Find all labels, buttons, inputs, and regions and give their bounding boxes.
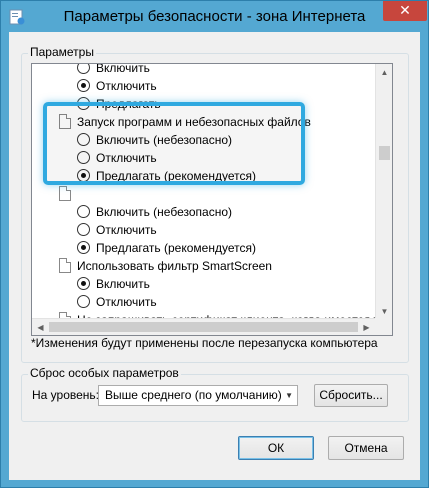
security-settings-window: Параметры безопасности - зона Интернета … [0,0,429,488]
scroll-right-arrow-icon[interactable]: ▶ [358,319,375,335]
radio-option[interactable]: Отключить [77,221,157,238]
radio-label: Включить [96,63,150,75]
radio-option[interactable]: Отключить [77,77,157,94]
radio-label: Отключить [96,294,157,309]
radio-unchecked-icon[interactable] [77,64,90,74]
ok-button[interactable]: ОК [238,436,314,460]
radio-option[interactable]: Включить [77,275,150,292]
scroll-left-arrow-icon[interactable]: ◀ [32,319,49,335]
radio-option[interactable]: Включить [77,63,150,76]
scrollbar-corner [375,318,392,335]
horizontal-scrollbar[interactable]: ◀ ▶ [32,318,375,335]
horizontal-scroll-thumb[interactable] [49,322,358,332]
window-title: Параметры безопасности - зона Интернета [63,8,366,25]
radio-label: Отключить [96,222,157,237]
radio-label: Предлагать (рекомендуется) [96,240,256,255]
scroll-up-arrow-icon[interactable]: ▲ [376,64,392,81]
radio-checked-icon[interactable] [77,277,90,290]
settings-group-label: Параметры [28,45,96,59]
page-icon [59,186,71,201]
highlight-frame [43,102,305,185]
level-select[interactable]: Выше среднего (по умолчанию) ▼ [98,385,298,406]
reset-button[interactable]: Сбросить... [314,384,388,407]
page-icon [59,258,71,273]
radio-label: Включить [96,276,150,291]
radio-unchecked-icon[interactable] [77,223,90,236]
vertical-scroll-thumb[interactable] [379,146,390,160]
setting-label: Использовать фильтр SmartScreen [77,258,272,273]
radio-checked-icon[interactable] [77,79,90,92]
close-button[interactable]: ✕ [383,1,427,21]
vertical-scrollbar[interactable]: ▲ ▼ [375,64,392,320]
reset-group-label: Сброс особых параметров [28,366,181,380]
radio-unchecked-icon[interactable] [77,295,90,308]
radio-option[interactable]: Включить (небезопасно) [77,203,232,220]
chevron-down-icon: ▼ [285,391,293,400]
radio-label: Отключить [96,78,157,93]
cancel-button[interactable]: Отмена [328,436,404,460]
title-bar[interactable]: Параметры безопасности - зона Интернета … [1,1,428,32]
setting-item: Использовать фильтр SmartScreen [59,257,272,274]
radio-unchecked-icon[interactable] [77,205,90,218]
level-label: На уровень: [32,388,100,402]
radio-option[interactable]: Предлагать (рекомендуется) [77,239,256,256]
radio-label: Включить (небезопасно) [96,204,232,219]
radio-checked-icon[interactable] [77,241,90,254]
level-select-value: Выше среднего (по умолчанию) [105,388,282,402]
restart-note: *Изменения будут применены после перезап… [31,336,378,350]
radio-option[interactable]: Отключить [77,293,157,310]
setting-item [59,185,77,202]
